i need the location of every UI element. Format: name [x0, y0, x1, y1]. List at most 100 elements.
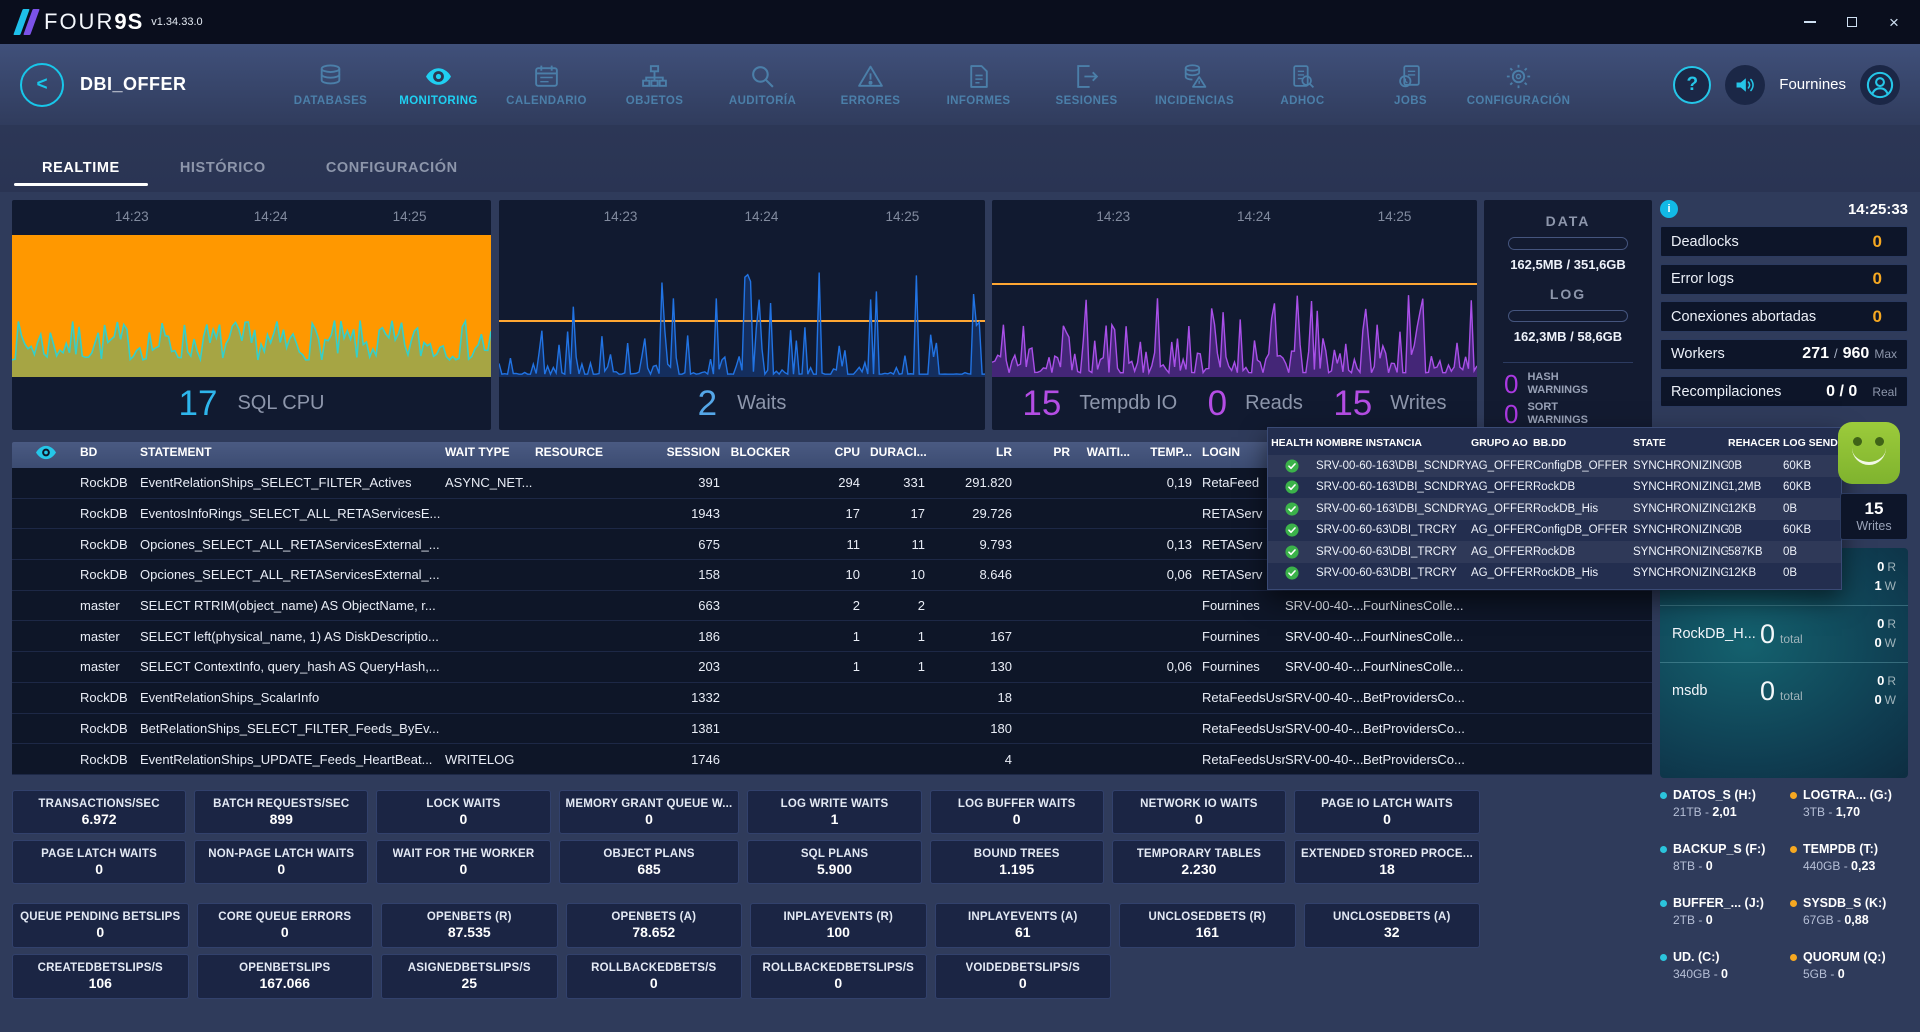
brand-name: FOUR: [44, 9, 114, 35]
nav-item-informes[interactable]: INFORMES: [925, 63, 1033, 107]
nav-item-calendario[interactable]: CALENDARIO: [493, 63, 601, 107]
metric-tile: BATCH REQUESTS/SEC 899: [194, 790, 368, 834]
metric-value: 0: [645, 811, 653, 827]
metric-label: PAGE LATCH WAITS: [41, 848, 157, 860]
metric-label: NETWORK IO WAITS: [1140, 798, 1258, 810]
cpu-sparkline: [12, 235, 491, 377]
back-button[interactable]: <: [20, 63, 64, 107]
table-row[interactable]: master SELECT ContextInfo, query_hash AS…: [12, 652, 1652, 683]
wait-metric-tiles: TRANSACTIONS/SEC 6.972 BATCH REQUESTS/SE…: [12, 790, 1480, 884]
nav-item-auditoria[interactable]: AUDITORÍA: [709, 63, 817, 107]
metric-tile: OPENBETSLIPS 167.066: [197, 954, 374, 999]
nav-item-errores[interactable]: ERRORES: [817, 63, 925, 107]
nav-item-objetos[interactable]: OBJETOS: [601, 63, 709, 107]
warning-icon: [857, 63, 884, 90]
status-label: Deadlocks: [1671, 234, 1739, 250]
popup-row: SRV-00-60-63\DBI_TRCRY AG_OFFER RockDB_H…: [1268, 563, 1841, 585]
metric-label: OPENBETS (A): [611, 911, 696, 923]
minimize-button[interactable]: [1802, 14, 1818, 30]
metric-label: NON-PAGE LATCH WAITS: [208, 848, 354, 860]
table-row[interactable]: RockDB BetRelationShips_SELECT_FILTER_Fe…: [12, 714, 1652, 745]
metric-tile: PAGE IO LATCH WAITS 0: [1294, 790, 1480, 834]
disk-bullet-icon: [1790, 954, 1797, 961]
table-row[interactable]: RockDB EventRelationShips_UPDATE_Feeds_H…: [12, 744, 1652, 775]
monitor-eye-icon[interactable]: [12, 445, 80, 460]
metric-value: 0: [96, 924, 104, 940]
account-button[interactable]: [1860, 65, 1900, 105]
status-row: Conexiones abortadas 0: [1660, 301, 1908, 332]
metric-value: 167.066: [259, 975, 310, 991]
disk-item: BACKUP_S (F:) 8TB - 0: [1660, 842, 1780, 887]
health-check-icon: [1268, 545, 1316, 559]
db-name: RockDB_H...: [1672, 626, 1760, 642]
metric-label: OPENBETS (R): [427, 911, 512, 923]
status-rail: i 14:25:33 Deadlocks 0 Error logs: [1660, 196, 1908, 414]
metric-label: MEMORY GRANT QUEUE W...: [566, 798, 733, 810]
metric-value: 6.972: [82, 811, 117, 827]
disk-item: QUORUM (Q:) 5GB - 0: [1790, 950, 1910, 995]
nav-item-sesiones[interactable]: SESIONES: [1033, 63, 1141, 107]
nav-item-databases[interactable]: DATABASES: [277, 63, 385, 107]
metric-label: EXTENDED STORED PROCE...: [1301, 848, 1473, 860]
metric-tile: BOUND TREES 1.195: [930, 840, 1104, 884]
disk-bullet-icon: [1790, 846, 1797, 853]
popup-row: SRV-00-60-163\DBI_SCNDRY AG_OFFER Config…: [1268, 455, 1841, 477]
metric-label: VOIDEDBETSLIPS/S: [966, 962, 1080, 974]
disk-bullet-icon: [1660, 900, 1667, 907]
current-time: 14:25:33: [1848, 201, 1908, 218]
metric-value: 0: [460, 861, 468, 877]
log-usage-value: 162,3MB / 58,6GB: [1514, 329, 1622, 344]
log-usage-bar: [1508, 310, 1628, 323]
calendar-icon: [533, 63, 560, 90]
nav-item-incidencias[interactable]: INCIDENCIAS: [1141, 63, 1249, 107]
hash-warnings: 0 HASH WARNINGS: [1504, 371, 1632, 397]
status-label: Recompilaciones: [1671, 384, 1781, 400]
disk-name: SYSDB_S (K:): [1803, 896, 1886, 910]
close-button[interactable]: ×: [1886, 14, 1902, 30]
tab-realtime[interactable]: REALTIME: [12, 148, 150, 192]
writes-tile: 15 Writes: [1840, 493, 1908, 540]
time-axis: 14:23 14:24 14:25: [992, 200, 1477, 235]
sound-button[interactable]: [1725, 65, 1765, 105]
disk-bullet-icon: [1790, 792, 1797, 799]
popup-row: SRV-00-60-163\DBI_SCNDRY AG_OFFER RockDB…: [1268, 498, 1841, 520]
table-row[interactable]: RockDB EventRelationShips_ScalarInfo 133…: [12, 683, 1652, 714]
health-check-icon: [1268, 459, 1316, 473]
metric-tile: OPENBETS (A) 78.652: [566, 903, 743, 948]
info-icon[interactable]: i: [1660, 200, 1678, 218]
nav-item-jobs[interactable]: JOBS: [1357, 63, 1465, 107]
data-title: DATA: [1546, 213, 1591, 229]
health-check-icon: [1268, 566, 1316, 580]
metric-value: 0: [834, 975, 842, 991]
tempdb-io-value: 15: [1022, 386, 1071, 421]
disk-name: BUFFER_... (J:): [1673, 896, 1764, 910]
tab-historico[interactable]: HISTÓRICO: [150, 148, 296, 192]
disk-item: UD. (C:) 340GB - 0: [1660, 950, 1780, 995]
status-row: Recompilaciones 0 / 0 Real: [1660, 376, 1908, 407]
sql-cpu-value: 17: [179, 386, 228, 421]
disk-name: LOGTRA... (G:): [1803, 788, 1892, 802]
metric-tile: WAIT FOR THE WORKER 0: [376, 840, 550, 884]
help-button[interactable]: ?: [1673, 66, 1711, 104]
metric-value: 2.230: [1181, 861, 1216, 877]
maximize-button[interactable]: [1844, 14, 1860, 30]
metric-label: LOCK WAITS: [426, 798, 500, 810]
metric-tile: OBJECT PLANS 685: [559, 840, 740, 884]
metric-value: 685: [637, 861, 660, 877]
metric-tile: VOIDEDBETSLIPS/S 0: [935, 954, 1112, 999]
app-bar: < DBI_OFFER DATABASES MONITORING CALENDA…: [0, 44, 1920, 125]
nav-item-monitoring[interactable]: MONITORING: [385, 63, 493, 107]
table-row[interactable]: master SELECT left(physical_name, 1) AS …: [12, 621, 1652, 652]
db-io-row: msdb 0 total 0R 0W: [1660, 662, 1908, 719]
metric-tile: EXTENDED STORED PROCE... 18: [1294, 840, 1480, 884]
table-row[interactable]: master SELECT RTRIM(object_name) AS Obje…: [12, 591, 1652, 622]
nav-item-adhoc[interactable]: ADHOC: [1249, 63, 1357, 107]
disk-name: TEMPDB (T:): [1803, 842, 1878, 856]
nav-item-configuracion[interactable]: CONFIGURACIÓN: [1465, 63, 1573, 107]
disk-name: DATOS_S (H:): [1673, 788, 1756, 802]
metric-label: ASIGNEDBETSLIPS/S: [408, 962, 531, 974]
status-row: Error logs 0: [1660, 264, 1908, 295]
popup-header: HEALTH NOMBRE INSTANCIA GRUPO AO BB.DD S…: [1268, 431, 1841, 455]
tempdb-chart-panel: 14:23 14:24 14:25 15Tempdb IO 0Reads 15W…: [992, 200, 1477, 430]
tab-configuracion[interactable]: CONFIGURACIÓN: [296, 148, 488, 192]
